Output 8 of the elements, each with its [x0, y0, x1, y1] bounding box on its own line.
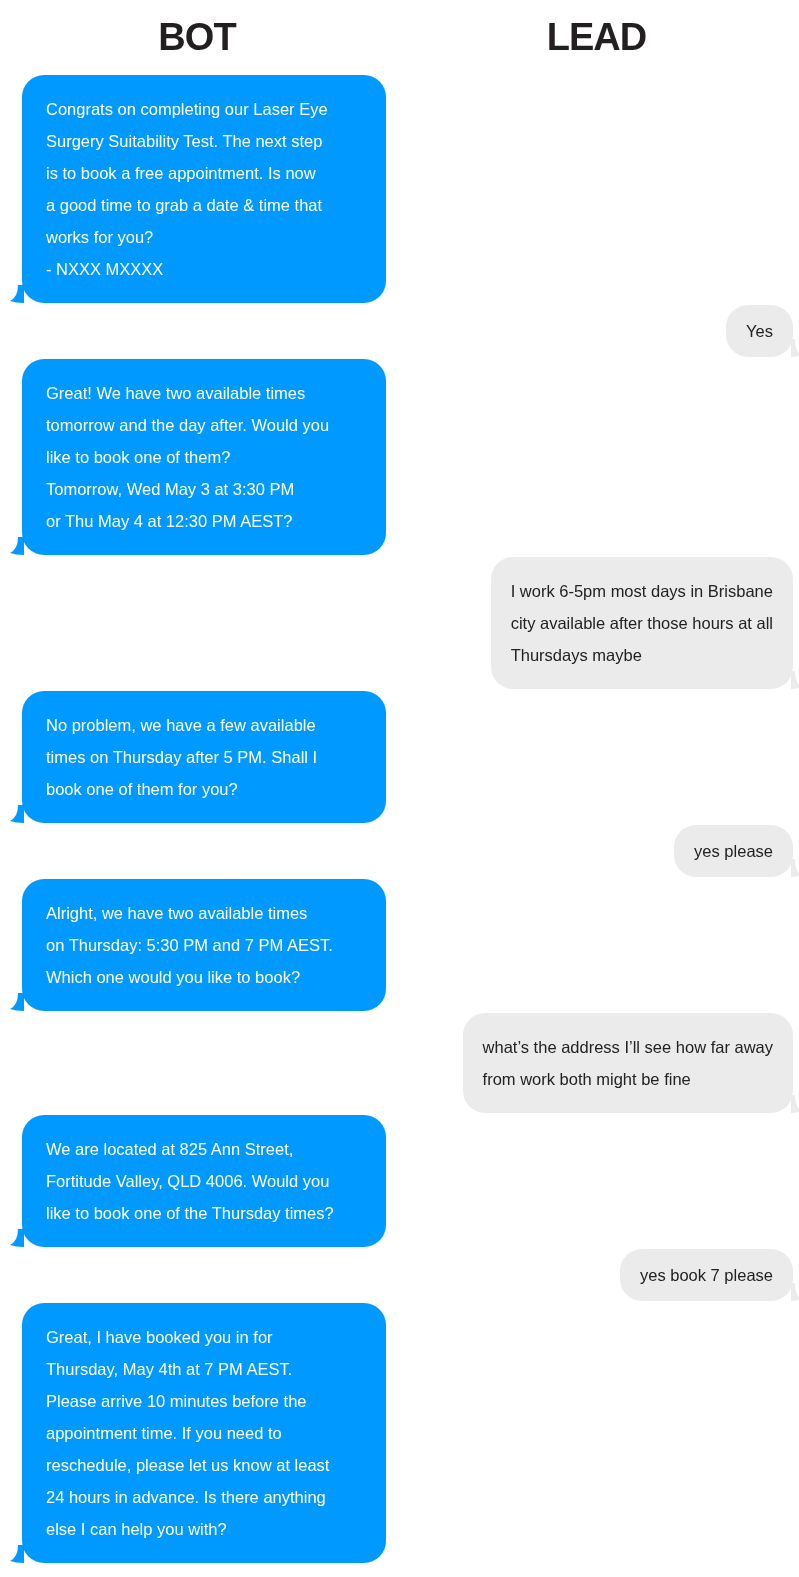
bubble-tail-icon	[10, 1229, 24, 1247]
bubble-tail-icon	[10, 537, 24, 555]
bubble-tail-icon	[10, 993, 24, 1011]
bubble-tail-icon	[10, 805, 24, 823]
column-heading: BOT	[158, 15, 236, 60]
bubble-tail-icon	[10, 285, 24, 303]
column-heading: LEAD	[546, 15, 647, 60]
bubble-tail-icon	[10, 1545, 24, 1563]
